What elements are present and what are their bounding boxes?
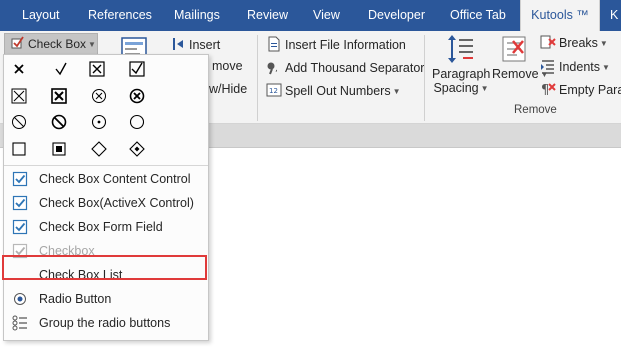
indents-label: Indents xyxy=(559,60,601,74)
chevron-down-icon: ▼ xyxy=(480,84,489,93)
insert-button[interactable]: Insert xyxy=(170,36,220,52)
insert-file-information-button[interactable]: Insert File Information xyxy=(266,36,406,52)
spell-out-numbers-label: Spell Out Numbers xyxy=(285,84,391,98)
svg-text:12: 12 xyxy=(269,87,278,95)
checked-box-icon xyxy=(12,219,28,235)
indents-icon xyxy=(540,58,556,74)
circle-slash-bold-icon[interactable] xyxy=(50,113,68,131)
breaks-icon xyxy=(540,34,556,50)
x-mark-icon[interactable] xyxy=(10,60,28,78)
show-hide-partial-label: w/Hide xyxy=(209,82,248,96)
group-label-remove: Remove xyxy=(514,104,557,116)
highlight-box xyxy=(2,255,207,280)
breaks-label: Breaks xyxy=(559,36,598,50)
tab-review[interactable]: Review xyxy=(247,0,288,31)
menu-item-check-box-activex[interactable]: Check Box(ActiveX Control) xyxy=(4,191,208,215)
check-mark-icon[interactable] xyxy=(52,60,70,78)
circle-dot-icon[interactable] xyxy=(90,113,108,131)
indents-button[interactable]: Indents ▼ xyxy=(540,58,610,74)
document-icon xyxy=(266,36,282,52)
ribbon-separator xyxy=(424,35,425,121)
tab-kutools[interactable]: Kutools ™ xyxy=(520,0,600,31)
svg-text:,: , xyxy=(275,64,278,74)
insert-icon xyxy=(170,36,186,52)
remove-icon xyxy=(492,33,536,67)
menu-separator xyxy=(4,165,208,166)
check-box-button[interactable]: Check Box ▼ xyxy=(4,33,98,55)
insert-file-information-label: Insert File Information xyxy=(285,38,406,52)
boxed-x-thin-icon[interactable] xyxy=(10,87,28,105)
remove-label: Remove xyxy=(492,67,539,81)
empty-para-label: Empty Para xyxy=(559,83,621,97)
boxed-check-icon[interactable] xyxy=(128,60,146,78)
menu-item-radio-button[interactable]: Radio Button xyxy=(4,287,208,311)
symbol-grid xyxy=(4,55,208,165)
menu-item-check-box-form-field[interactable]: Check Box Form Field xyxy=(4,215,208,239)
circled-x-thin-icon[interactable] xyxy=(90,87,108,105)
menu-item-label: Group the radio buttons xyxy=(39,316,171,330)
menu-item-group-radio-buttons[interactable]: Group the radio buttons xyxy=(4,311,208,335)
show-hide-partial-button[interactable]: w/Hide xyxy=(209,82,247,96)
paragraph-spacing-label-1: Paragraph xyxy=(432,67,491,81)
chevron-down-icon: ▼ xyxy=(392,87,401,96)
checked-box-icon xyxy=(12,171,28,187)
chevron-down-icon: ▼ xyxy=(599,39,608,48)
add-thousand-separator-button[interactable]: , Add Thousand Separator xyxy=(266,59,424,75)
menu-item-label: Radio Button xyxy=(39,292,112,306)
ribbon-separator xyxy=(257,35,258,121)
square-filled-icon[interactable] xyxy=(50,140,68,158)
check-box-icon xyxy=(11,36,25,50)
empty-para-button[interactable]: ¶ Empty Para xyxy=(540,81,621,98)
breaks-button[interactable]: Breaks ▼ xyxy=(540,34,608,50)
tab-developer[interactable]: Developer xyxy=(368,0,425,31)
remove-partial-button[interactable]: move xyxy=(212,59,243,73)
menu-item-label: Check Box(ActiveX Control) xyxy=(39,196,194,210)
paragraph-spacing-icon xyxy=(432,33,490,67)
ribbon-tab-bar: Layout References Mailings Review View D… xyxy=(0,0,621,31)
diamond-dot-icon[interactable] xyxy=(128,140,146,158)
separator-icon: , xyxy=(266,59,282,75)
menu-item-label: Check Box Form Field xyxy=(39,220,163,234)
circle-slash-thin-icon[interactable] xyxy=(10,113,28,131)
tab-kutools-plus[interactable]: K xyxy=(610,0,618,31)
tab-mailings[interactable]: Mailings xyxy=(174,0,220,31)
chevron-down-icon: ▼ xyxy=(602,63,610,72)
spell-out-numbers-button[interactable]: 12 Spell Out Numbers ▼ xyxy=(266,82,401,98)
tab-view[interactable]: View xyxy=(313,0,340,31)
paragraph-spacing-label-2: Spacing xyxy=(433,81,479,95)
insert-label: Insert xyxy=(189,38,221,52)
menu-item-check-box-content-control[interactable]: Check Box Content Control xyxy=(4,167,208,191)
remove-partial-label: move xyxy=(212,59,243,73)
numbers-icon: 12 xyxy=(266,82,282,98)
chevron-down-icon: ▼ xyxy=(88,40,96,49)
circled-x-bold-icon[interactable] xyxy=(128,87,146,105)
boxed-x-icon[interactable] xyxy=(88,60,106,78)
diamond-empty-icon[interactable] xyxy=(90,140,108,158)
tab-office-tab[interactable]: Office Tab xyxy=(450,0,506,31)
tab-layout[interactable]: Layout xyxy=(22,0,60,31)
check-box-dropdown-menu: Check Box Content Control Check Box(Acti… xyxy=(3,54,209,341)
boxed-x-bold-icon[interactable] xyxy=(50,87,68,105)
paragraph-spacing-button[interactable]: Paragraph Spacing ▼ xyxy=(432,33,490,95)
tab-references[interactable]: References xyxy=(88,0,152,31)
circle-empty-icon[interactable] xyxy=(128,113,146,131)
radio-button-icon xyxy=(12,291,28,307)
add-thousand-separator-label: Add Thousand Separator xyxy=(285,61,425,75)
check-box-label: Check Box xyxy=(28,37,87,51)
menu-item-label: Check Box Content Control xyxy=(39,172,191,186)
svg-text:¶: ¶ xyxy=(541,83,549,97)
empty-para-icon: ¶ xyxy=(540,81,556,98)
square-empty-icon[interactable] xyxy=(10,140,28,158)
checked-box-icon xyxy=(12,195,28,211)
radio-list-icon xyxy=(12,315,28,331)
remove-button[interactable]: Remove ▼ xyxy=(492,33,548,81)
